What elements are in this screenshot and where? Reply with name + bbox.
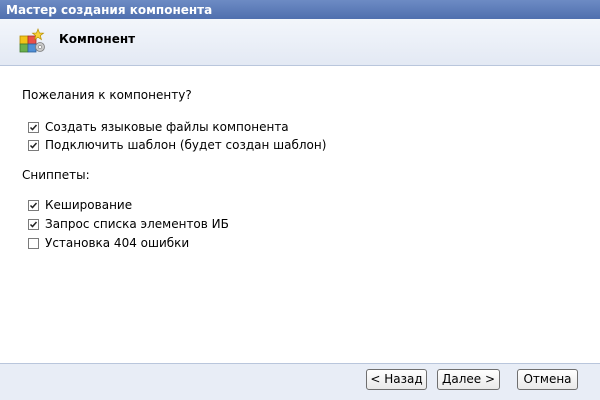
checkmark-icon xyxy=(29,221,38,228)
checkmark-icon xyxy=(29,124,38,131)
option-create-lang-files[interactable]: Создать языковые файлы компонента xyxy=(28,119,289,135)
checkbox-iblock-list-query[interactable] xyxy=(28,218,39,230)
checkbox-set-404-error[interactable] xyxy=(28,237,39,249)
component-wizard-icon xyxy=(19,28,45,53)
option-label: Кеширование xyxy=(45,198,133,212)
option-label: Установка 404 ошибки xyxy=(45,236,190,250)
checkbox-create-lang-files[interactable] xyxy=(28,121,39,133)
cancel-button[interactable]: Отмена xyxy=(517,369,578,390)
option-caching[interactable]: Кеширование xyxy=(28,197,132,213)
wizard-content: Пожелания к компоненту? Создать языковые… xyxy=(0,67,600,363)
wizard-header: Компонент xyxy=(0,19,600,66)
option-include-template[interactable]: Подключить шаблон (будет создан шаблон) xyxy=(28,137,326,153)
checkmark-icon xyxy=(29,202,38,209)
checkbox-caching[interactable] xyxy=(28,199,39,211)
checkmark-icon xyxy=(29,142,38,149)
option-label: Подключить шаблон (будет создан шаблон) xyxy=(45,138,327,152)
option-label: Запрос списка элементов ИБ xyxy=(45,217,229,231)
checkbox-include-template[interactable] xyxy=(28,139,39,151)
next-button[interactable]: Далее > xyxy=(437,369,500,390)
window-title: Мастер создания компонента xyxy=(6,3,213,17)
wizard-footer: < Назад Далее > Отмена xyxy=(0,363,600,400)
snippets-label: Сниппеты: xyxy=(22,168,90,182)
page-title: Компонент xyxy=(59,32,136,46)
back-button[interactable]: < Назад xyxy=(366,369,427,390)
option-iblock-list-query[interactable]: Запрос списка элементов ИБ xyxy=(28,216,229,232)
window-titlebar: Мастер создания компонента xyxy=(0,0,600,19)
option-set-404-error[interactable]: Установка 404 ошибки xyxy=(28,235,189,251)
wishes-label: Пожелания к компоненту? xyxy=(22,88,192,102)
option-label: Создать языковые файлы компонента xyxy=(45,120,289,134)
